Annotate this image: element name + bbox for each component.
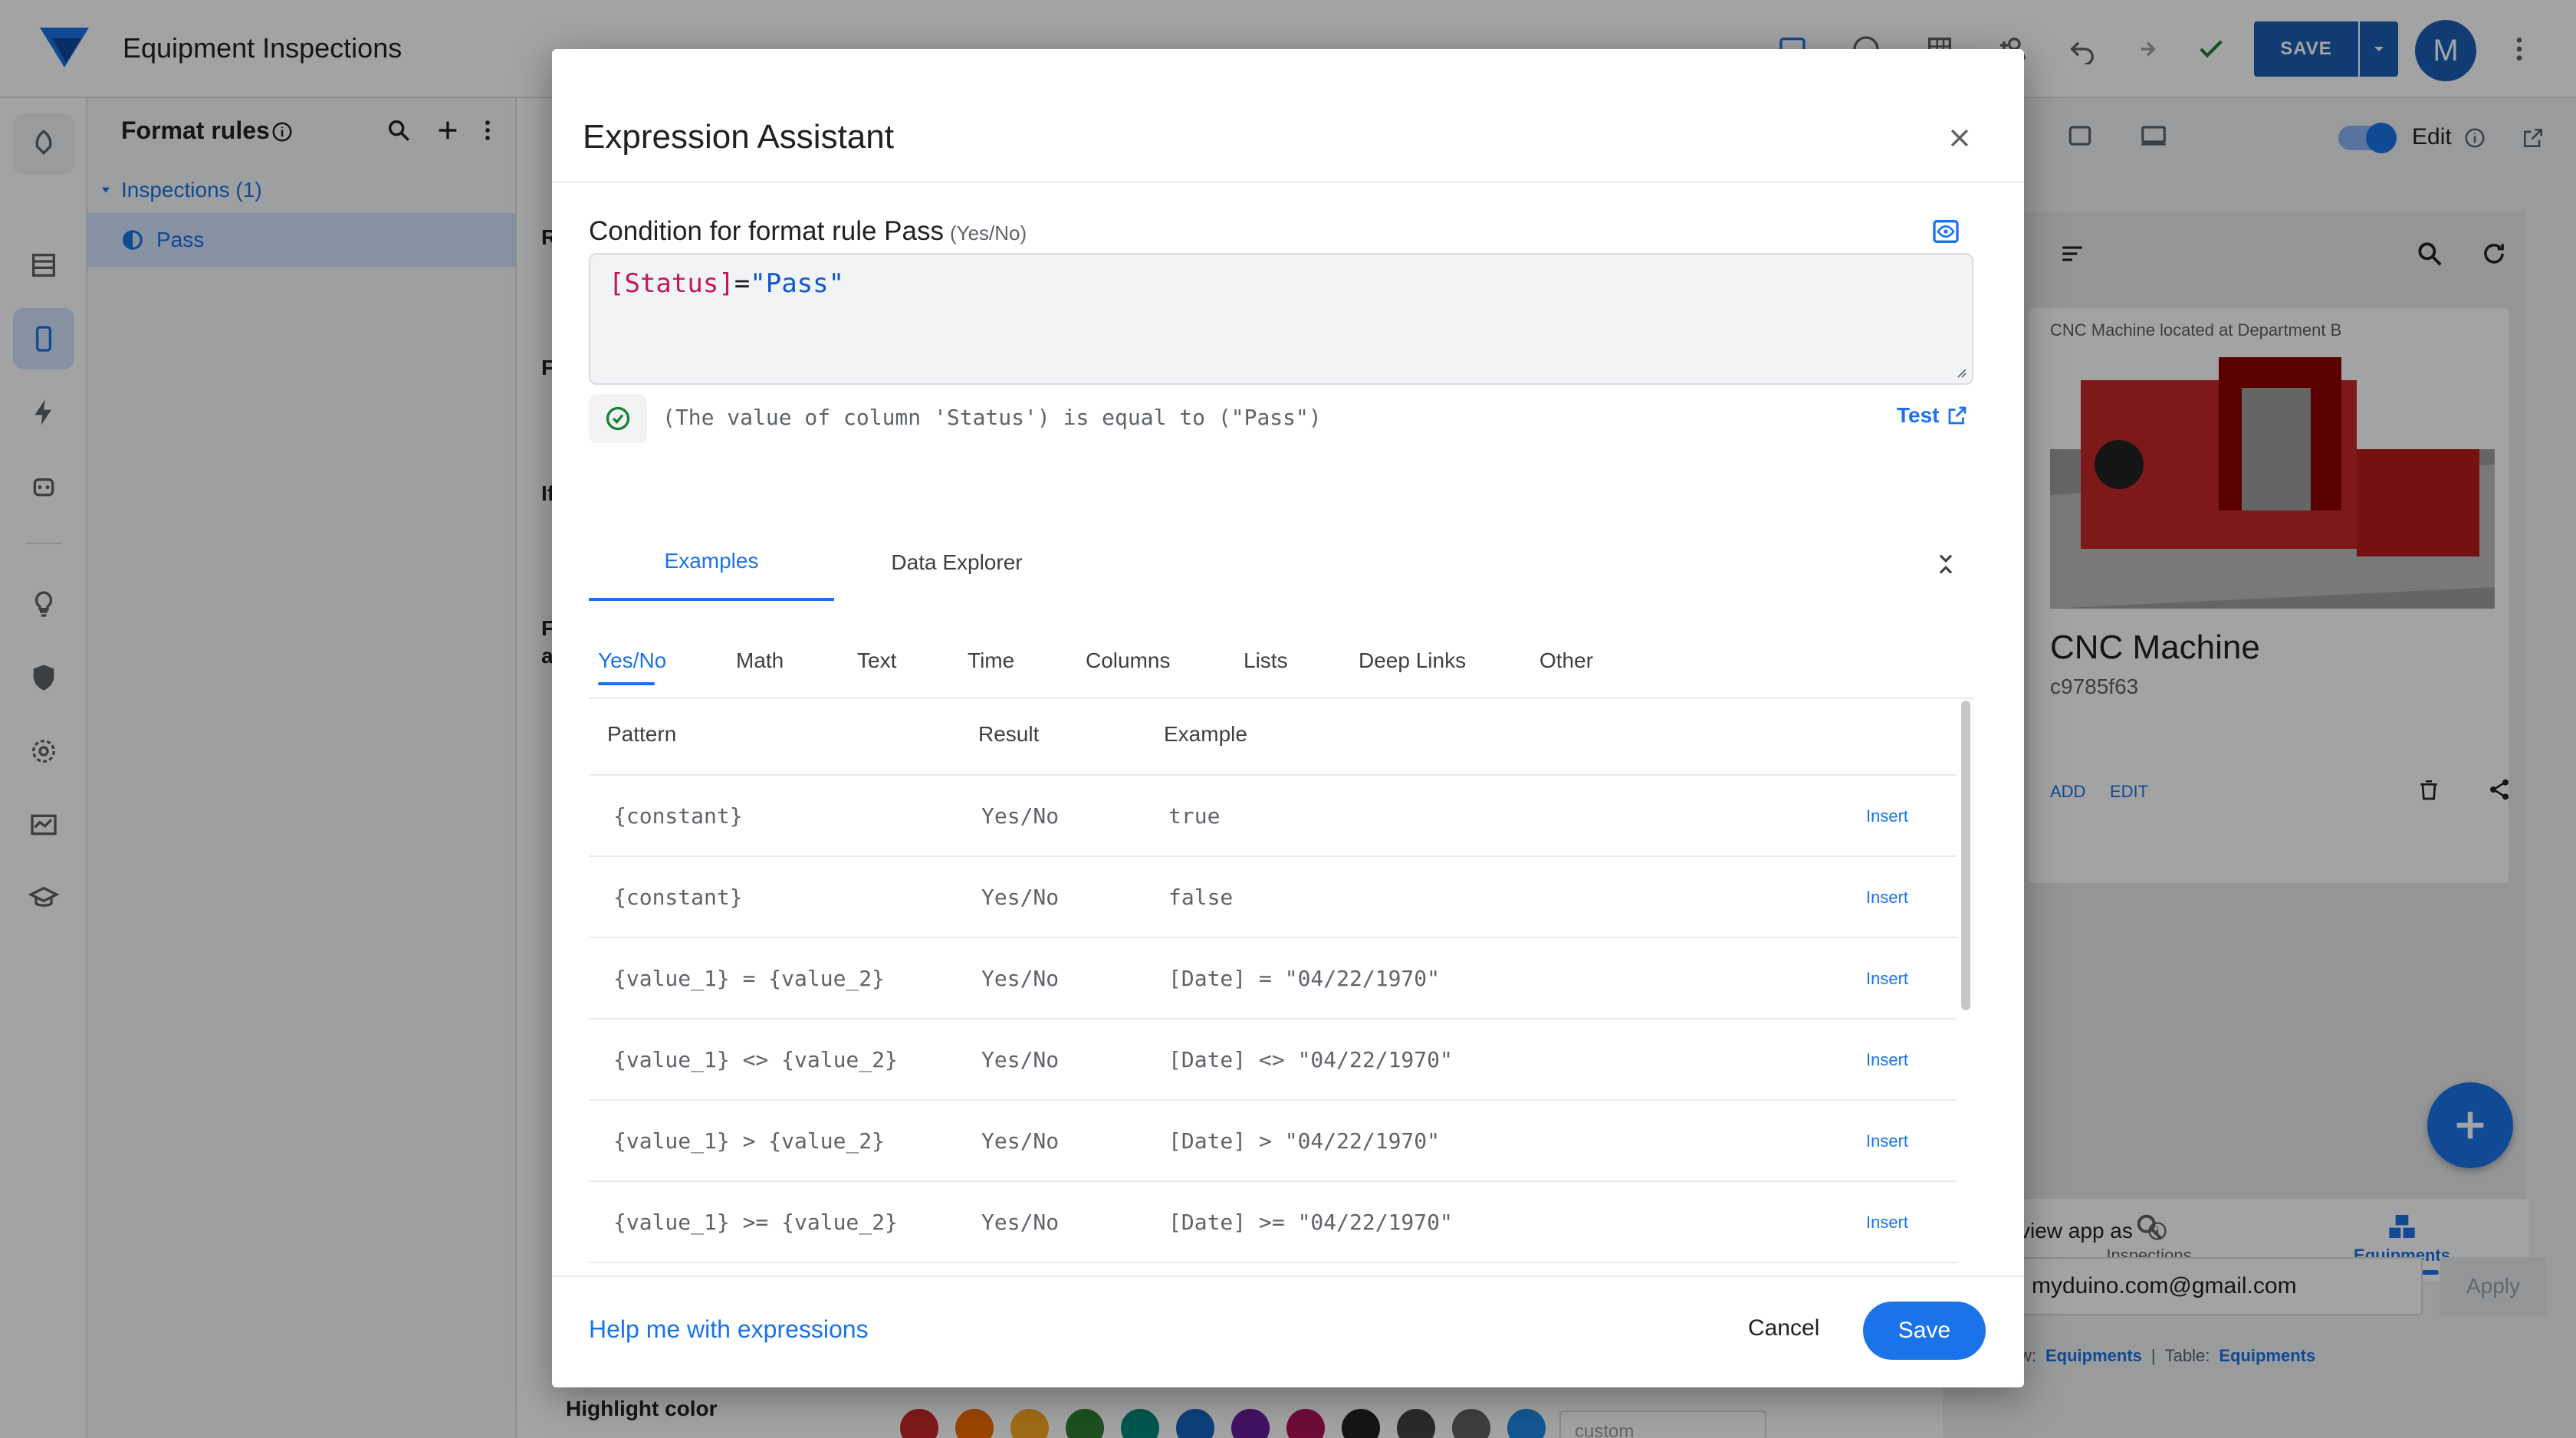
test-link[interactable]: Test: [1897, 403, 1969, 428]
category-tab-lists[interactable]: Lists: [1244, 648, 1288, 673]
expression-column-token: [Status]: [609, 268, 734, 299]
examples-table: Pattern Result Example {constant} Yes/No t…: [589, 699, 1957, 1328]
category-tab-deep-links[interactable]: Deep Links: [1359, 648, 1466, 673]
test-label: Test: [1897, 403, 1940, 427]
category-tab-math[interactable]: Math: [736, 648, 784, 673]
column-header: Example: [1164, 722, 1247, 746]
category-tab-label: Yes/No: [598, 648, 667, 672]
example-cell: [Date] = "04/22/1970": [1168, 966, 1441, 991]
tab-label: Data Explorer: [891, 550, 1023, 574]
pattern-cell: {value_1} = {value_2}: [613, 966, 886, 991]
example-cell: true: [1168, 803, 1221, 829]
open-external-icon: [1948, 406, 1966, 425]
close-icon[interactable]: [1938, 117, 1981, 159]
pattern-cell: {value_1} <> {value_2}: [613, 1047, 898, 1072]
preview-eye-icon[interactable]: [1924, 210, 1967, 253]
tab-examples[interactable]: Examples: [589, 524, 834, 601]
result-cell: Yes/No: [981, 966, 1060, 991]
insert-button[interactable]: Insert: [1866, 1213, 1908, 1233]
result-cell: Yes/No: [981, 1047, 1060, 1072]
column-header: Result: [978, 722, 1040, 746]
table-header-row: Pattern Result Example: [589, 699, 1957, 776]
resize-handle-icon[interactable]: [1953, 365, 1967, 379]
insert-button[interactable]: Insert: [1866, 888, 1908, 908]
pattern-cell: {value_1} > {value_2}: [613, 1128, 886, 1154]
help-expressions-link[interactable]: Help me with expressions: [589, 1315, 869, 1344]
result-cell: Yes/No: [981, 1210, 1060, 1235]
category-tab-other[interactable]: Other: [1539, 648, 1593, 673]
example-cell: false: [1168, 885, 1234, 910]
category-tab-yesno[interactable]: Yes/No: [598, 648, 666, 685]
result-cell: Yes/No: [981, 885, 1060, 910]
valid-check-icon: [589, 394, 647, 443]
result-cell: Yes/No: [981, 1128, 1060, 1154]
table-row: {constant} Yes/No false Insert: [589, 857, 1957, 938]
insert-button[interactable]: Insert: [1866, 1131, 1908, 1151]
result-cell: Yes/No: [981, 803, 1060, 829]
table-body: {constant} Yes/No true Insert {constant} Yes/…: [589, 776, 1957, 1328]
table-scrollbar[interactable]: [1961, 701, 1970, 1010]
pattern-cell: {value_1} >= {value_2}: [613, 1210, 898, 1235]
table-row: {constant} Yes/No true Insert: [589, 776, 1957, 857]
pattern-cell: {constant}: [613, 885, 743, 910]
category-active-indicator: [598, 682, 655, 685]
dialog-header-divider: [552, 181, 2024, 182]
pattern-cell: {constant}: [613, 803, 743, 829]
insert-button[interactable]: Insert: [1866, 969, 1908, 989]
column-header: Pattern: [607, 722, 677, 746]
expression-string-token: "Pass": [750, 268, 845, 299]
insert-button[interactable]: Insert: [1866, 1050, 1908, 1070]
tab-label: Examples: [664, 549, 759, 573]
expression-operator-token: =: [734, 268, 751, 299]
collapse-icon[interactable]: [1924, 543, 1967, 586]
expression-assistant-dialog: Expression Assistant Condition for forma…: [552, 49, 2024, 1387]
category-tab-time[interactable]: Time: [968, 648, 1014, 673]
condition-text: Condition for format rule Pass: [589, 216, 944, 246]
condition-label: Condition for format rule Pass (Yes/No): [589, 216, 1027, 247]
example-cell: [Date] > "04/22/1970": [1168, 1128, 1441, 1154]
category-tab-columns[interactable]: Columns: [1086, 648, 1170, 673]
table-row: {value_1} >= {value_2} Yes/No [Date] >= "0…: [589, 1182, 1957, 1263]
condition-type: (Yes/No): [949, 222, 1027, 245]
example-cell: [Date] >= "04/22/1970": [1168, 1210, 1453, 1235]
insert-button[interactable]: Insert: [1866, 806, 1908, 826]
table-row: {value_1} = {value_2} Yes/No [Date] = "04/…: [589, 938, 1957, 1019]
tab-data-explorer[interactable]: Data Explorer: [834, 524, 1079, 601]
table-row: {value_1} > {value_2} Yes/No [Date] > "04/…: [589, 1101, 1957, 1182]
dialog-footer: Help me with expressions Cancel Save: [552, 1277, 2024, 1387]
dialog-title: Expression Assistant: [583, 118, 894, 156]
table-row: {value_1} <> {value_2} Yes/No [Date] <> "0…: [589, 1019, 1957, 1101]
cancel-button[interactable]: Cancel: [1748, 1315, 1819, 1341]
save-button[interactable]: Save: [1863, 1302, 1986, 1360]
expression-editor[interactable]: [Status]="Pass": [589, 253, 1973, 385]
example-cell: [Date] <> "04/22/1970": [1168, 1047, 1453, 1072]
expression-explanation: (The value of column 'Status') is equal …: [662, 405, 1322, 430]
category-tab-text[interactable]: Text: [857, 648, 896, 673]
